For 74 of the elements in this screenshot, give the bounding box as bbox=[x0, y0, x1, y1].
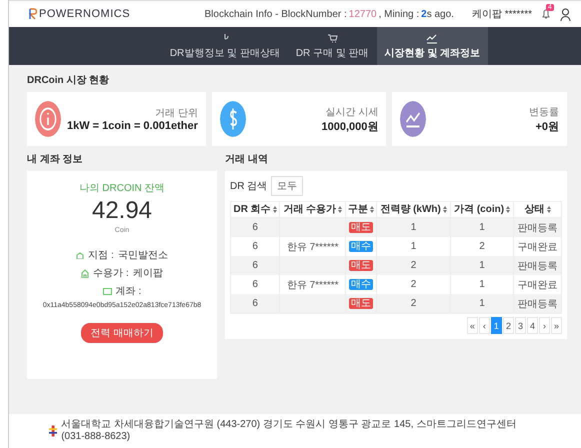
logo-icon bbox=[29, 8, 37, 20]
card-icon bbox=[102, 288, 112, 294]
nav-tab[interactable]: DR발행정보 및 판매상태 bbox=[162, 27, 288, 65]
sort-icon bbox=[546, 206, 550, 213]
consumer-value: 케이팝 bbox=[132, 267, 163, 280]
page-button[interactable]: › bbox=[538, 317, 550, 334]
mining-label: , Mining : bbox=[378, 8, 420, 20]
cart-icon bbox=[326, 32, 338, 44]
stat-label: 거래 단위 bbox=[154, 107, 198, 120]
column-header[interactable]: 상태 bbox=[514, 202, 562, 218]
footer-address: 서울대학교 차세대융합기술연구원 (443-270) 경기도 수원시 영통구 광교로 145, 스마트그리드연구센터 (031-888-8623) bbox=[61, 419, 518, 443]
balance-value: 42.94 bbox=[92, 199, 152, 223]
page-button[interactable]: 3 bbox=[514, 317, 526, 334]
stat-label: 실시간 시세 bbox=[324, 106, 378, 118]
table-cell: 1 bbox=[376, 218, 451, 237]
search-label: DR 검색 bbox=[230, 180, 268, 193]
block-number: 12770 bbox=[348, 8, 377, 20]
table-cell: 6 bbox=[230, 256, 280, 275]
nav-tab[interactable]: DR 구매 및 판매 bbox=[288, 27, 377, 65]
table-cell: 1 bbox=[450, 294, 514, 314]
sort-icon bbox=[442, 206, 447, 213]
sort-icon bbox=[272, 206, 277, 213]
table-cell: 판매등록 bbox=[514, 256, 562, 275]
table-cell: 1 bbox=[450, 218, 514, 237]
sort-icon bbox=[370, 206, 374, 213]
table-cell: 판매등록 bbox=[514, 218, 562, 237]
account-label: 계좌 : bbox=[116, 285, 142, 298]
page-button[interactable]: 2 bbox=[502, 317, 514, 334]
page-button[interactable]: ‹ bbox=[478, 317, 490, 334]
type-tag: 매수 bbox=[349, 279, 374, 290]
plant-value: 국민발전소 bbox=[118, 249, 168, 262]
stat-label: 변동률 bbox=[529, 106, 559, 118]
table-cell: 2 bbox=[376, 256, 451, 275]
trade-button[interactable]: 전력 매매하기 bbox=[80, 323, 164, 343]
sort-icon bbox=[338, 206, 342, 213]
home-icon bbox=[76, 252, 84, 258]
table-cell: 6 bbox=[230, 294, 280, 314]
blockchain-label: Blockchain Info - BlockNumber : bbox=[204, 8, 347, 20]
column-header[interactable]: 가격 (coin) bbox=[450, 202, 514, 218]
balance-label: 나의 DRCOIN 잔액 bbox=[80, 182, 164, 195]
stat-value: 1000,000원 bbox=[322, 120, 378, 134]
stat-value: 1kW = 1coin = 0.001ether bbox=[67, 120, 198, 132]
table-cell: 1 bbox=[450, 256, 514, 275]
table-cell: 판매등록 bbox=[514, 294, 562, 314]
institute-logo-icon bbox=[49, 425, 58, 437]
plant-label: 지점 : bbox=[88, 249, 114, 262]
page-button[interactable]: » bbox=[550, 317, 562, 334]
column-header[interactable]: 구분 bbox=[346, 202, 377, 218]
page-button[interactable]: « bbox=[466, 317, 478, 334]
page-button[interactable]: 4 bbox=[526, 317, 538, 334]
consumer-label: 수용가 : bbox=[93, 267, 129, 280]
section-title: DRCoin 시장 현황 bbox=[27, 74, 110, 87]
logo-text: POWERNOMICS bbox=[39, 8, 130, 20]
user-name[interactable]: 케이팝 ******* bbox=[472, 7, 532, 21]
type-tag: 매수 bbox=[349, 241, 374, 252]
chart-icon bbox=[426, 32, 438, 44]
type-tag: 매도 bbox=[349, 222, 374, 233]
column-header[interactable]: 전력량 (kWh) bbox=[376, 202, 451, 218]
user-icon[interactable] bbox=[560, 8, 571, 20]
mining-value: 2s ago. bbox=[421, 8, 454, 20]
stat-value: +0원 bbox=[534, 120, 559, 134]
column-header[interactable]: 거래 수용가 bbox=[280, 202, 346, 218]
table-cell: 6 bbox=[230, 218, 280, 237]
column-header[interactable]: DR 회수 bbox=[230, 202, 280, 218]
house-icon bbox=[81, 268, 90, 278]
nav-tab[interactable]: 시장현황 및 계좌정보 bbox=[376, 27, 488, 65]
table-cell: 2 bbox=[376, 294, 451, 314]
section-title: 거래 내역 bbox=[225, 153, 269, 166]
type-tag: 매도 bbox=[349, 260, 374, 271]
sort-icon bbox=[506, 206, 510, 213]
type-tag: 매도 bbox=[349, 298, 374, 309]
section-title: 내 계좌 정보 bbox=[27, 153, 84, 166]
bell-icon[interactable] bbox=[542, 9, 550, 19]
search-field[interactable]: 모두 bbox=[271, 176, 304, 196]
